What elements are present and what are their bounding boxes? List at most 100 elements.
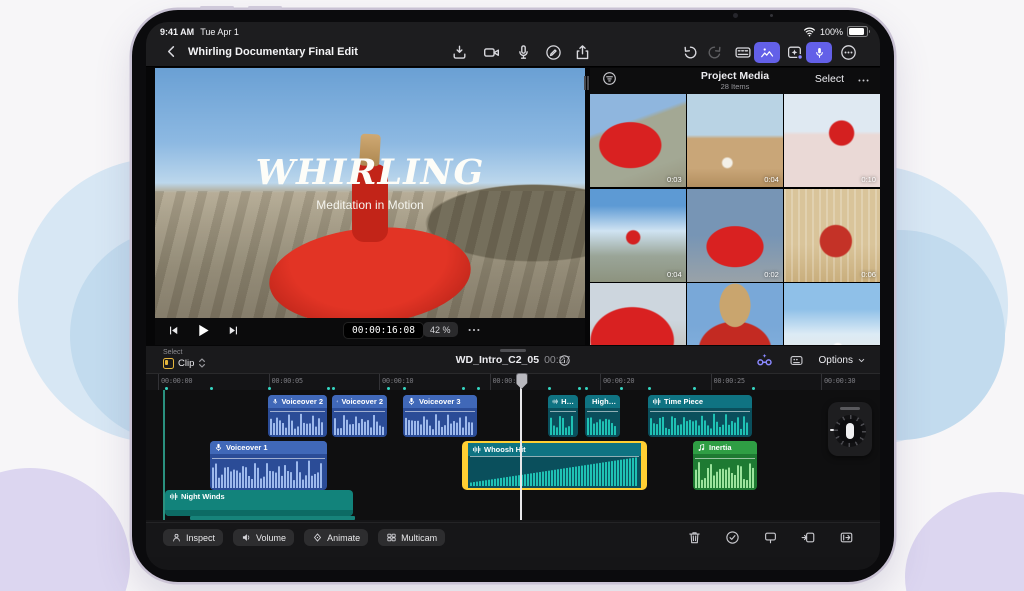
timeline-clip[interactable]: Voiceover 2: [268, 395, 327, 437]
timeline-clip[interactable]: Voiceover 3: [403, 395, 477, 437]
trash-icon[interactable]: [687, 530, 702, 545]
play-button[interactable]: [196, 323, 211, 338]
media-grid: 0:030:040:100:040:020:06: [590, 94, 880, 345]
effects-icon[interactable]: [786, 44, 804, 61]
multicam-button[interactable]: Multicam: [378, 529, 445, 546]
camera-sensor: [770, 14, 773, 17]
clip-waveform: [470, 456, 639, 486]
timeline-clip[interactable]: Voiceover 1: [210, 441, 327, 490]
volume-button-hw: [200, 6, 234, 9]
timeline-index-icon[interactable]: [788, 353, 805, 368]
timeline-clip[interactable]: Night Winds: [165, 490, 353, 516]
volume-icon: [241, 532, 252, 543]
viewer-more-icon[interactable]: [467, 325, 481, 335]
undo-icon[interactable]: [682, 44, 699, 61]
timeline-resize-handle[interactable]: [500, 349, 526, 352]
multicam-icon: [386, 532, 397, 543]
media-browser-icon[interactable]: [754, 42, 780, 63]
timeline-clip[interactable]: Inertia: [693, 441, 757, 490]
camera-icon[interactable]: [483, 44, 500, 61]
jog-wheel-dial[interactable]: [834, 415, 866, 447]
thumbnail-duration: 0:10: [861, 175, 876, 184]
panel-resize-handle2[interactable]: [587, 76, 589, 90]
jog-wheel[interactable]: [828, 402, 872, 456]
info-icon[interactable]: [558, 354, 571, 367]
top-button-hw: [248, 6, 282, 9]
select-button[interactable]: Select: [815, 73, 844, 85]
status-date: Tue Apr 1: [200, 27, 239, 37]
ruler-tick-label: 00:00:25: [714, 377, 745, 385]
stage: 9:41 AMTue Apr 1 100% Whirling Documenta…: [0, 0, 1024, 591]
share-icon[interactable]: [574, 44, 591, 61]
media-thumbnail[interactable]: 0:02: [687, 189, 783, 282]
media-panel-header: Project Media 28 Items Select: [590, 68, 880, 92]
connect-nodes-icon[interactable]: [755, 352, 774, 368]
import-icon[interactable]: [451, 44, 468, 61]
options-button[interactable]: Options: [819, 355, 866, 366]
playhead[interactable]: [520, 373, 522, 520]
clip-waveform: [405, 411, 475, 435]
redo-icon[interactable]: [706, 44, 723, 61]
ruler-tick-label: 00:00:10: [382, 377, 413, 385]
project-title: Whirling Documentary Final Edit: [188, 46, 358, 58]
microphone-icon[interactable]: [515, 44, 532, 61]
done-icon[interactable]: [725, 530, 740, 545]
jog-wheel-handle[interactable]: [840, 407, 860, 410]
clip-waveform: [550, 411, 576, 435]
clip-label: Whoosh Hit: [468, 443, 641, 456]
bottom-toolbar: Inspect Volume Animate Multicam: [146, 522, 880, 557]
battery-percent: 100%: [820, 27, 843, 37]
more-icon[interactable]: [840, 44, 857, 61]
top-bar: 9:41 AMTue Apr 1 100% Whirling Documenta…: [146, 22, 880, 67]
clip-label: Inertia: [693, 441, 757, 454]
inspect-button[interactable]: Inspect: [163, 529, 223, 546]
viewer: WHIRLING Meditation in Motion 00:00:16:0…: [155, 68, 585, 345]
timeline-clip[interactable]: High…: [585, 395, 620, 437]
media-more-icon[interactable]: [857, 76, 870, 88]
media-thumbnail[interactable]: 0:06: [784, 189, 880, 282]
ruler-tick-line: [379, 374, 380, 391]
media-thumbnail[interactable]: 0:04: [687, 94, 783, 187]
skip-forward-icon[interactable]: [227, 324, 240, 337]
ruler-tick-label: 00:00:05: [272, 377, 303, 385]
timecode-display[interactable]: 00:00:16:08: [343, 322, 424, 339]
bg-blob-bottom-right: [905, 492, 1024, 591]
ruler-tick-line: [711, 374, 712, 391]
voiceover-icon[interactable]: [806, 42, 832, 63]
ipad-screen: 9:41 AMTue Apr 1 100% Whirling Documenta…: [146, 22, 880, 570]
animate-button[interactable]: Animate: [304, 529, 368, 546]
viewer-frame: WHIRLING Meditation in Motion: [155, 68, 585, 318]
back-button[interactable]: [164, 44, 179, 59]
thumbnail-duration: 0:06: [861, 270, 876, 279]
media-thumbnail[interactable]: 0:10: [784, 94, 880, 187]
volume-button[interactable]: Volume: [233, 529, 294, 546]
video-title-overlay: WHIRLING: [155, 152, 585, 193]
insert-clip-icon[interactable]: [801, 530, 816, 545]
media-thumbnail[interactable]: [590, 283, 686, 345]
clip-waveform: [587, 411, 618, 435]
inspect-icon: [171, 532, 182, 543]
captions-icon[interactable]: [734, 44, 752, 61]
thumbnail-duration: 0:04: [667, 270, 682, 279]
pencil-tools-icon[interactable]: [545, 44, 562, 61]
panel-resize-handle[interactable]: [584, 76, 586, 90]
media-thumbnail[interactable]: 0:03: [590, 94, 686, 187]
skip-back-icon[interactable]: [167, 324, 180, 337]
timeline-clip[interactable]: Voiceover 2: [332, 395, 387, 437]
clip-label: Time Piece: [648, 395, 752, 408]
timeline-clip[interactable]: Time Piece: [648, 395, 752, 437]
clip-label: Voiceover 2: [332, 395, 387, 408]
timeline-clip[interactable]: H…: [548, 395, 578, 437]
clip-waveform: [212, 458, 325, 488]
connect-clip-icon[interactable]: [763, 530, 778, 545]
media-thumbnail[interactable]: [687, 283, 783, 345]
clip-waveform: [334, 411, 385, 435]
overwrite-clip-icon[interactable]: [839, 530, 854, 545]
viewer-zoom-level[interactable]: 42 %: [423, 322, 458, 337]
media-thumbnail[interactable]: 0:04: [590, 189, 686, 282]
ruler-tick-line: [158, 374, 159, 391]
clip-label: H…: [548, 395, 578, 408]
media-thumbnail[interactable]: [784, 283, 880, 345]
ruler-tick-label: 00:00:00: [161, 377, 192, 385]
timeline-clip[interactable]: Whoosh Hit: [462, 441, 647, 490]
